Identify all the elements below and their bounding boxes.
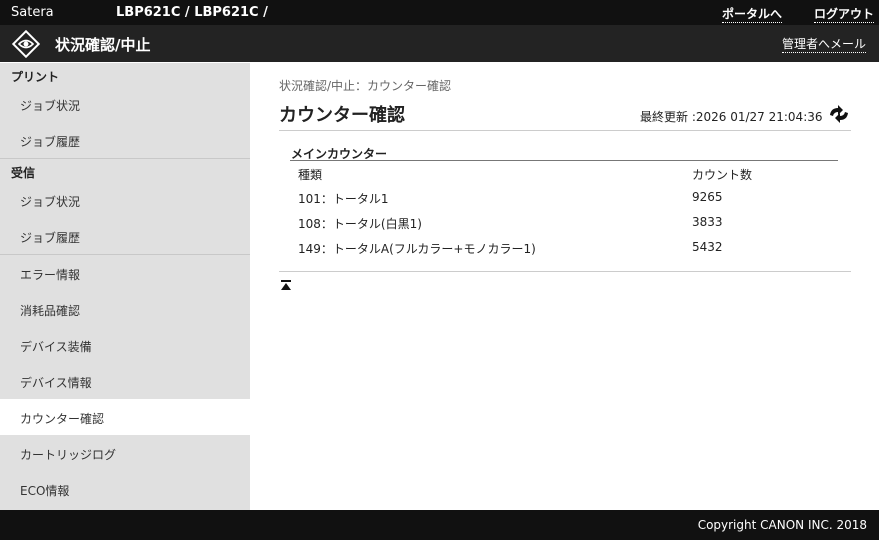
portal-link[interactable]: ポータルへ — [722, 5, 783, 23]
table-row-type: 108：トータル(白黒1) — [298, 217, 422, 231]
copyright: Copyright CANON INC. 2018 — [697, 518, 867, 532]
column-header-type: 種類 — [298, 168, 323, 182]
sidebar-item-cartridge-log[interactable]: カートリッジログ — [0, 435, 250, 471]
sidebar-item-device-info[interactable]: デバイス情報 — [0, 363, 250, 399]
table-row-type: 149：トータルA(フルカラー+モノカラー1) — [298, 242, 536, 256]
refresh-icon[interactable] — [828, 104, 850, 124]
page-title: カウンター確認 — [279, 105, 405, 126]
table-row-count: 5432 — [692, 240, 723, 254]
sidebar-item-device-equipment[interactable]: デバイス装備 — [0, 327, 250, 363]
sidebar-item-receive-job-history[interactable]: ジョブ履歴 — [0, 218, 250, 254]
sidebar-item-print-job-history[interactable]: ジョブ履歴 — [0, 122, 250, 158]
brand: Satera — [11, 5, 54, 20]
page-header: 状況確認/中止 管理者へメール — [0, 25, 879, 62]
mail-admin-link[interactable]: 管理者へメール — [781, 35, 866, 53]
divider — [290, 160, 838, 161]
sidebar-item-print-job-status[interactable]: ジョブ状況 — [0, 86, 250, 122]
top-bar: Satera LBP621C / LBP621C / ポータルへ ログアウト — [0, 0, 879, 25]
sidebar-item-eco-info[interactable]: ECO情報 — [0, 471, 250, 507]
sidebar-section-receive: 受信 — [11, 166, 36, 180]
device-model: LBP621C / LBP621C / — [116, 5, 268, 20]
logout-link[interactable]: ログアウト — [814, 5, 875, 23]
back-to-top-icon[interactable] — [280, 279, 292, 291]
last-updated: 最終更新 :2026 01/27 21:04:36 — [640, 110, 823, 124]
sidebar: プリント ジョブ状況 ジョブ履歴 受信 ジョブ状況 ジョブ履歴 エラー情報 消耗… — [0, 63, 250, 510]
column-header-count: カウント数 — [692, 168, 753, 182]
breadcrumb: 状況確認/中止：カウンター確認 — [279, 79, 452, 93]
page-header-title: 状況確認/中止 — [55, 36, 151, 54]
sidebar-item-consumables[interactable]: 消耗品確認 — [0, 291, 250, 327]
divider — [279, 130, 851, 131]
footer: Copyright CANON INC. 2018 — [0, 510, 879, 540]
sidebar-item-error-info[interactable]: エラー情報 — [0, 255, 250, 291]
divider — [279, 271, 851, 272]
sidebar-item-receive-job-status[interactable]: ジョブ状況 — [0, 182, 250, 218]
table-row-count: 3833 — [692, 215, 723, 229]
status-eye-icon — [12, 30, 40, 58]
sidebar-item-counter[interactable]: カウンター確認 — [0, 399, 250, 435]
sidebar-section-print: プリント — [11, 70, 60, 84]
table-row-type: 101：トータル1 — [298, 192, 389, 206]
main-content: 状況確認/中止：カウンター確認 カウンター確認 最終更新 :2026 01/27… — [250, 63, 879, 510]
table-row-count: 9265 — [692, 190, 723, 204]
